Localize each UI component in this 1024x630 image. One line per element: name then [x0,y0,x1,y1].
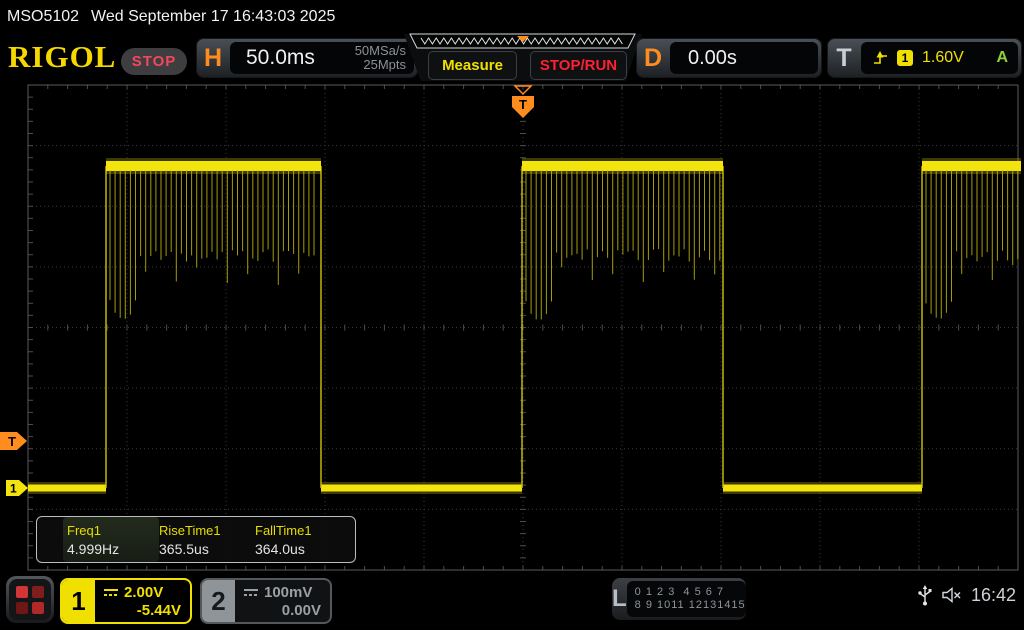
trigger-level-value: 1.60V [922,49,964,67]
svg-text:T: T [519,97,527,112]
measurement-label: Freq1 [67,523,159,538]
header-bar: RIGOL STOP H 50.0ms 50MSa/s 25Mpts Measu… [0,33,1024,83]
menu-grid-icon [9,579,51,620]
delay-label: D [636,44,670,73]
measurement-value: 365.5us [159,541,255,557]
measure-button[interactable]: Measure [428,51,517,80]
delay-panel[interactable]: D 0.00s [636,38,822,78]
trigger-position-marker[interactable]: T [512,86,534,118]
channel1-panel[interactable]: 1 2.00V -5.44V [60,578,192,624]
status-tray: 16:42 [917,584,1016,606]
svg-text:T: T [8,434,16,449]
logic-label: L [612,585,627,613]
trigger-mode: A [996,49,1008,67]
trigger-level-marker[interactable]: T [0,432,27,450]
model-name: MSO5102 [7,8,79,26]
logic-row-low: 0 1 2 3 4 5 6 7 [635,586,746,599]
trigger-source-badge: 1 [897,50,913,66]
menu-grid-button[interactable] [6,576,54,623]
channel1-badge: 1 [62,580,95,622]
stop-run-button[interactable]: STOP/RUN [530,51,627,80]
acquisition-info: 50MSa/s 25Mpts [355,44,414,72]
measurement-freq: Freq1 4.999Hz [63,517,159,562]
run-state-badge: STOP [121,48,187,75]
horizontal-values: 50.0ms 50MSa/s 25Mpts [230,42,414,74]
oscilloscope-screen: MSO5102 Wed September 17 16:43:03 2025 R… [0,0,1024,630]
bottom-bar: 1 2.00V -5.44V 2 [0,574,1024,630]
logic-row-high: 8 9 1011 12131415 [635,599,746,612]
channel1-values: 2.00V -5.44V [95,580,190,622]
graticule [28,85,1018,570]
logic-channel-list: 0 1 2 3 4 5 6 7 8 9 1011 12131415 [627,581,746,617]
ch1-trace [28,158,1021,494]
rising-edge-icon [871,50,888,66]
clock: 16:42 [971,585,1016,606]
channel2-offset: 0.00V [243,602,321,619]
horizontal-panel[interactable]: H 50.0ms 50MSa/s 25Mpts [196,38,418,78]
measurement-value: 4.999Hz [67,541,159,557]
logic-channels-panel[interactable]: L 0 1 2 3 4 5 6 7 8 9 1011 12131415 [612,578,746,620]
channel1-position-marker[interactable]: 1 [6,480,28,496]
horizontal-label: H [196,44,230,73]
titlebar: MSO5102 Wed September 17 16:43:03 2025 [0,0,1024,33]
memory-depth: 25Mpts [363,58,406,72]
usb-icon [917,584,933,606]
measurement-label: RiseTime1 [159,523,255,538]
channel2-values: 100mV 0.00V [235,580,330,622]
channel2-badge: 2 [202,580,235,622]
rigol-logo: RIGOL [8,39,116,75]
datetime-text: Wed September 17 16:43:03 2025 [91,8,335,26]
trigger-markers[interactable]: T T 1 [0,86,534,496]
memory-waveform-preview[interactable] [408,33,638,50]
dc-coupling-icon [243,587,259,597]
trigger-panel[interactable]: T 1 1.60V A [827,38,1022,78]
trigger-label: T [827,44,861,73]
channel2-scale: 100mV [264,584,312,601]
channel1-scale: 2.00V [124,584,163,601]
svg-text:1: 1 [10,482,17,496]
measurement-label: FallTime1 [255,523,351,538]
measurement-value: 364.0us [255,541,351,557]
delay-value: 0.00s [670,47,737,70]
sample-rate: 50MSa/s [355,44,406,58]
speaker-muted-icon[interactable] [941,586,963,604]
measurement-panel[interactable]: Freq1 4.999Hz RiseTime1 365.5us FallTime… [36,516,356,563]
channel2-panel[interactable]: 2 100mV 0.00V [200,578,332,624]
measurement-falltime: FallTime1 364.0us [255,517,351,562]
timebase-value: 50.0ms [230,46,315,70]
dc-coupling-icon [103,587,119,597]
channel1-offset: -5.44V [103,602,181,619]
trigger-values: 1 1.60V A [861,42,1018,74]
delay-values: 0.00s [670,42,818,74]
measurement-risetime: RiseTime1 365.5us [159,517,255,562]
